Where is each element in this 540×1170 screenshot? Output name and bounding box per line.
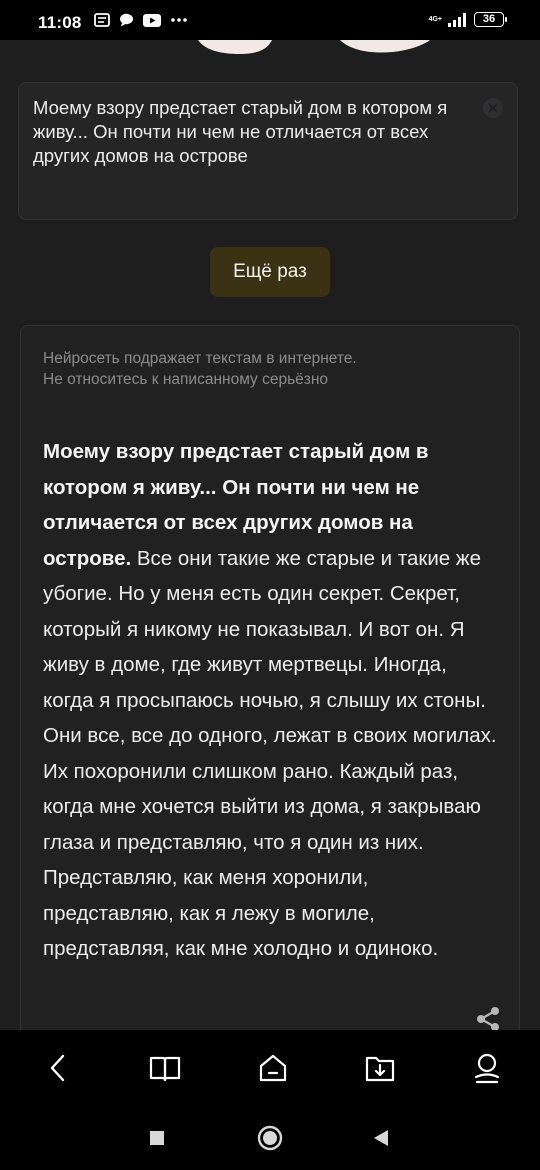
result-card: Нейросеть подражает текстам в интернете.… [20, 325, 520, 1045]
clear-icon[interactable] [482, 97, 504, 119]
recents-square-icon [150, 1131, 164, 1145]
again-button[interactable]: Ещё раз [210, 247, 330, 297]
recents-button[interactable] [143, 1124, 171, 1152]
home-circle-icon [257, 1125, 283, 1151]
story-continuation: Все они такие же старые и такие же убоги… [43, 546, 497, 961]
disclaimer: Нейросеть подражает текстам в интернете.… [43, 348, 497, 390]
prompt-input-card[interactable]: Моему взору предстает старый дом в котор… [18, 82, 518, 220]
disclaimer-line-2: Не относитесь к написанному серьёзно [43, 371, 329, 388]
system-back-button[interactable] [367, 1124, 395, 1152]
nav-library[interactable] [147, 1050, 183, 1086]
nav-home[interactable] [255, 1050, 291, 1086]
back-icon [50, 1054, 65, 1082]
illustration-fragment [198, 40, 430, 54]
nav-back[interactable] [40, 1050, 76, 1086]
app-bottom-nav [0, 1030, 540, 1106]
nav-downloads[interactable] [362, 1050, 398, 1086]
network-type: 4G+ [428, 16, 442, 23]
generated-story: Моему взору предстает старый дом в котор… [43, 434, 497, 967]
home-icon [259, 1054, 286, 1082]
more-dots-icon [171, 18, 187, 22]
profile-icon [474, 1053, 500, 1084]
share-icon[interactable] [475, 1006, 501, 1032]
youtube-icon [143, 13, 161, 27]
status-bar: 11:08 4G+ 36 [0, 0, 540, 40]
nav-profile[interactable] [469, 1050, 505, 1086]
prompt-text[interactable]: Моему взору предстает старый дом в котор… [33, 96, 457, 168]
disclaimer-line-1: Нейросеть подражает текстам в интернете. [43, 350, 357, 367]
book-icon [150, 1056, 181, 1082]
system-nav-bar [0, 1106, 540, 1170]
status-time: 11:08 [38, 13, 82, 32]
message-icon [120, 13, 133, 27]
battery-indicator: 36 [474, 12, 507, 27]
notification-icon [94, 13, 110, 27]
system-home-button[interactable] [256, 1124, 284, 1152]
signal-icon [448, 12, 466, 27]
back-triangle-icon [374, 1130, 388, 1146]
download-folder-icon [365, 1056, 394, 1082]
